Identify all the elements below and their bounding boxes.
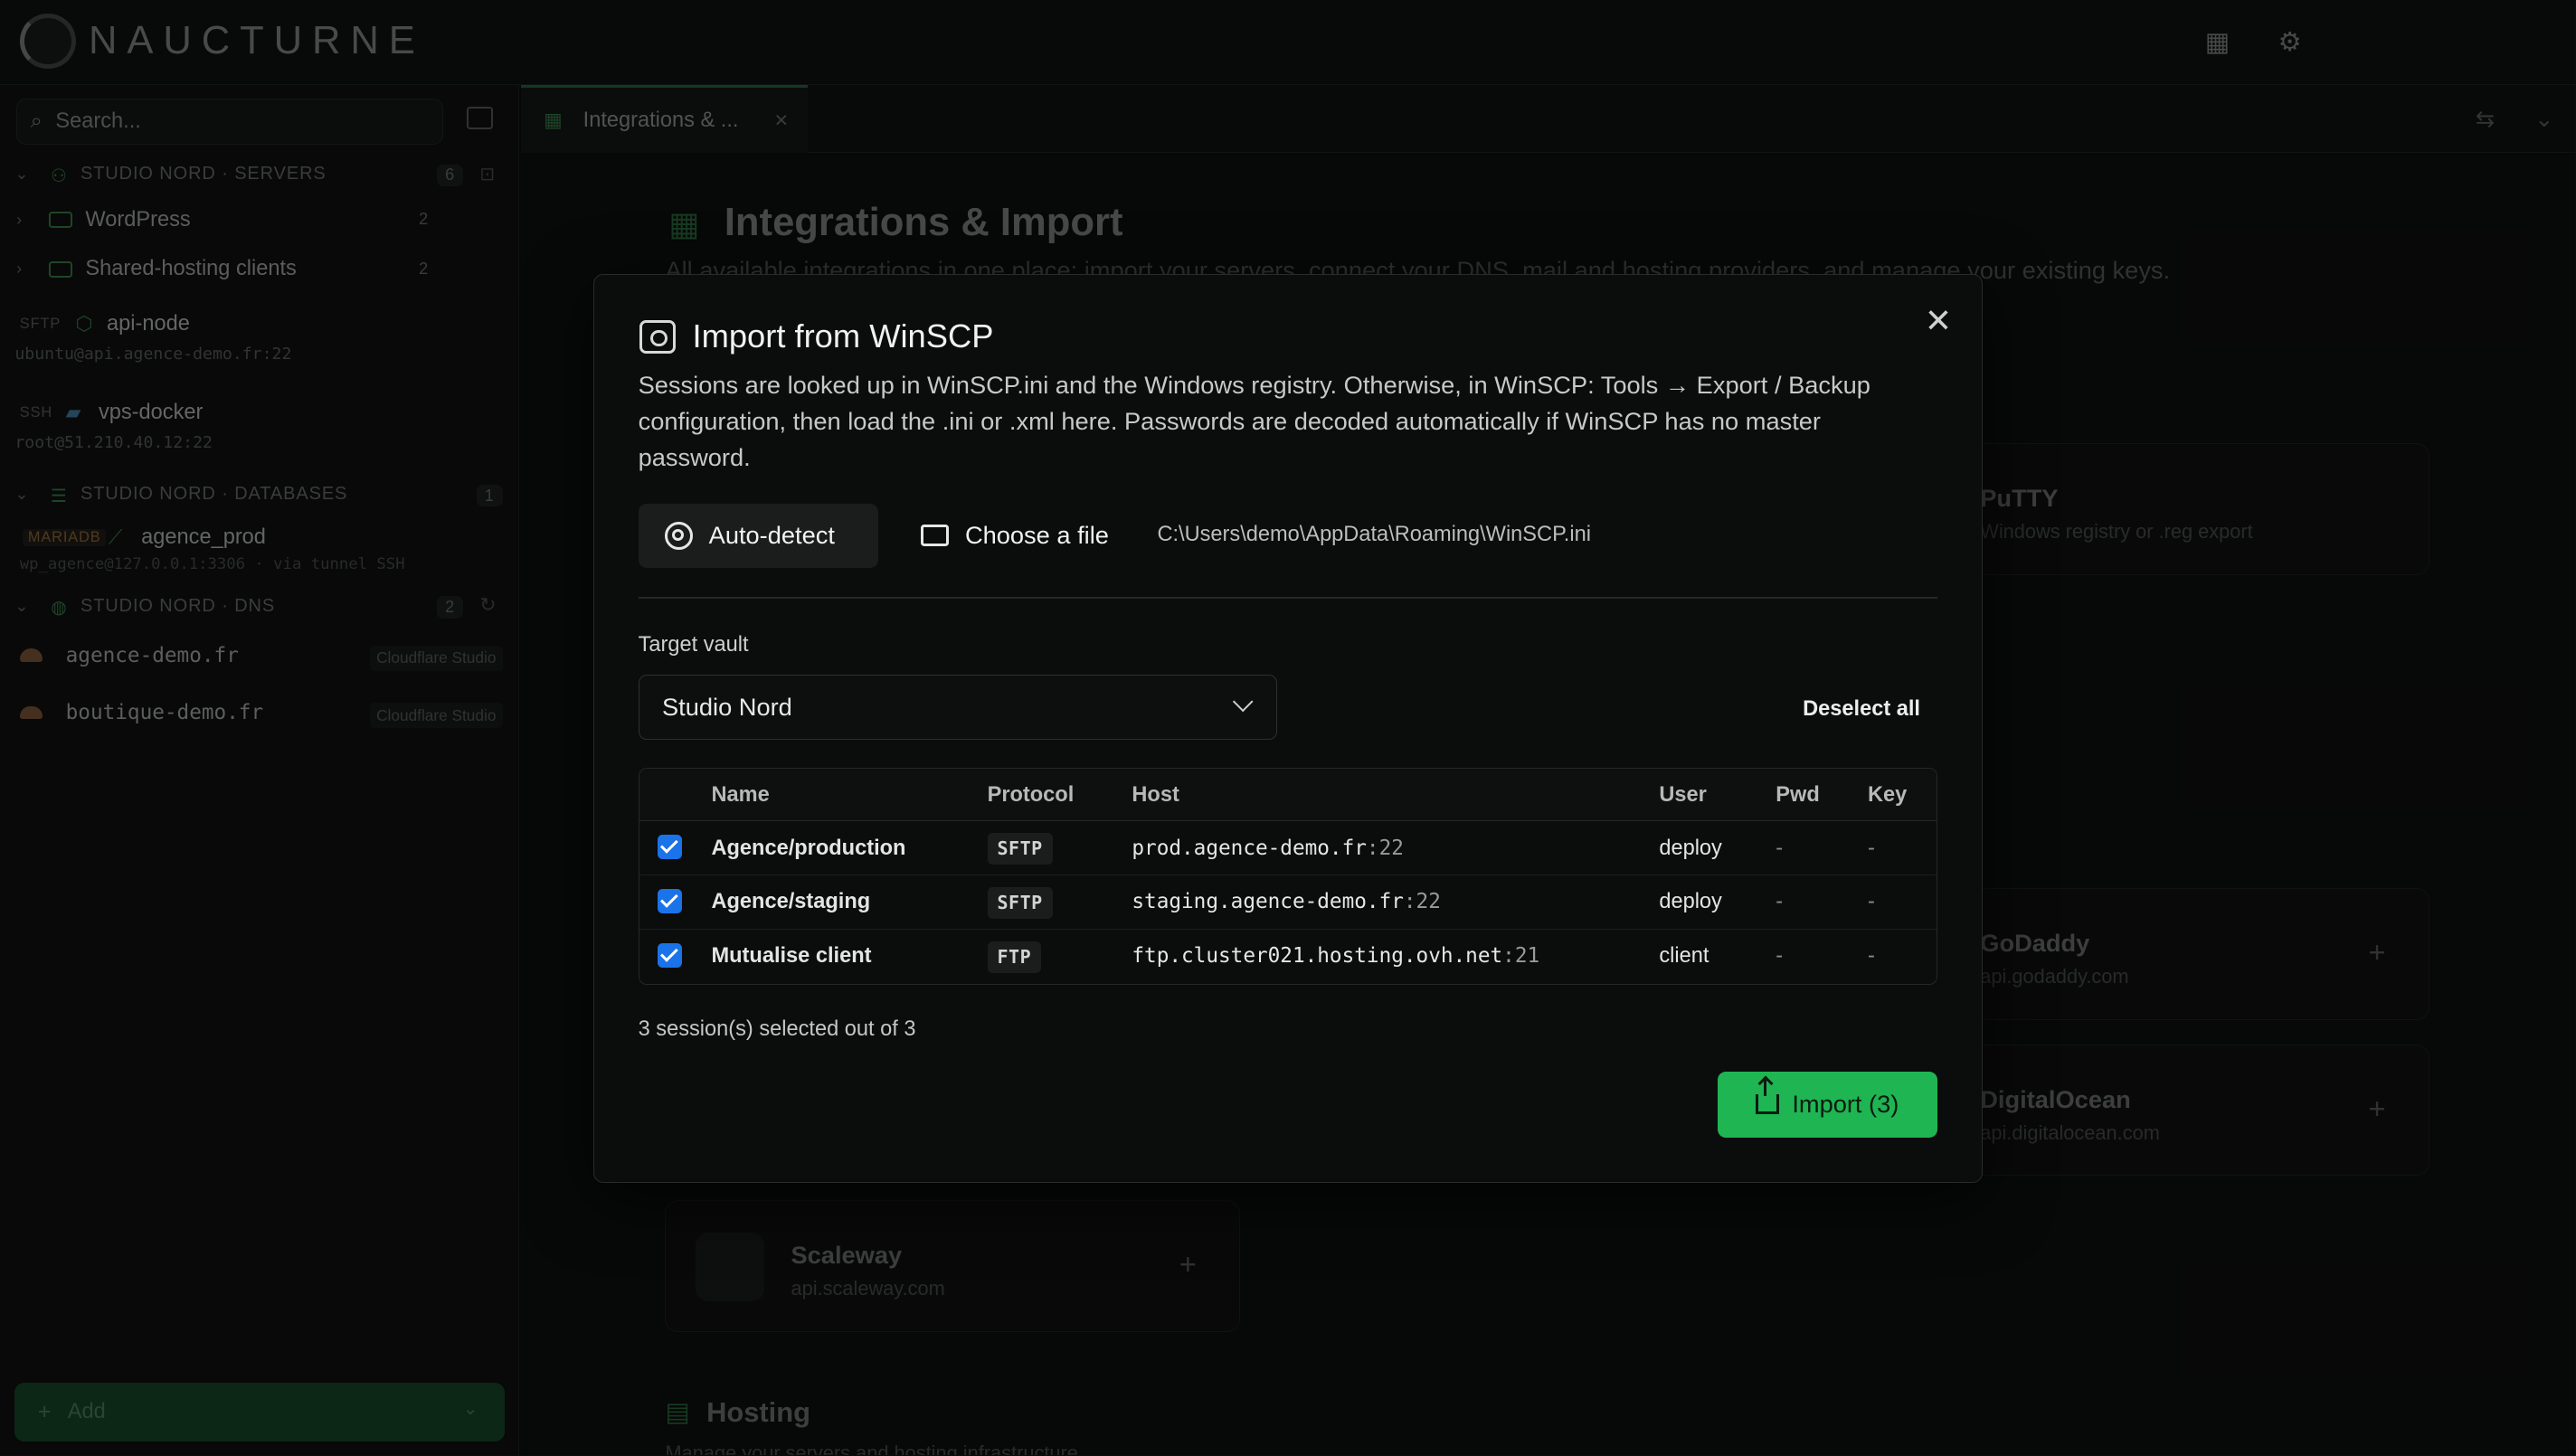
- target-vault-value: Studio Nord: [662, 692, 792, 721]
- choose-file-label: Choose a file: [964, 521, 1109, 550]
- chevron-down-icon: [1232, 691, 1254, 714]
- session-host: prod.agence-demo.fr: [1132, 836, 1367, 860]
- session-port: :22: [1366, 836, 1404, 860]
- auto-detect-label: Auto-detect: [708, 521, 835, 550]
- divider: [638, 597, 1938, 599]
- table-row[interactable]: Agence/production SFTP prod.agence-demo.…: [639, 821, 1937, 876]
- deselect-all-button[interactable]: Deselect all: [1803, 697, 1920, 722]
- winscp-icon: [639, 320, 677, 354]
- session-user: deploy: [1659, 836, 1722, 860]
- row-checkbox[interactable]: [657, 942, 682, 968]
- table-header: Name Protocol Host User Pwd Key: [639, 769, 1937, 822]
- row-checkbox[interactable]: [657, 888, 682, 913]
- session-host: ftp.cluster021.hosting.ovh.net: [1132, 944, 1503, 969]
- sessions-table: Name Protocol Host User Pwd Key Agence/p…: [638, 768, 1938, 985]
- column-header-pwd: Pwd: [1776, 783, 1820, 808]
- row-checkbox[interactable]: [657, 834, 682, 859]
- auto-detect-button[interactable]: Auto-detect: [638, 503, 878, 568]
- upload-icon: [1756, 1080, 1779, 1115]
- protocol-badge: SFTP: [987, 886, 1053, 919]
- dialog-title-text: Import from WinSCP: [692, 317, 994, 355]
- session-name: Agence/staging: [711, 890, 871, 914]
- import-button[interactable]: Import (3): [1717, 1072, 1938, 1138]
- selected-count: 3 session(s) selected out of 3: [638, 1017, 916, 1042]
- import-winscp-dialog: ✕ Import from WinSCP Sessions are looked…: [592, 274, 1983, 1183]
- session-user: client: [1659, 944, 1709, 969]
- session-key: -: [1867, 836, 1875, 860]
- protocol-badge: FTP: [987, 941, 1042, 973]
- file-path: C:\Users\demo\AppData\Roaming\WinSCP.ini: [1157, 523, 1591, 547]
- column-header-name: Name: [711, 783, 770, 808]
- target-icon: [664, 521, 693, 550]
- folder-icon: [920, 525, 949, 546]
- target-vault-label: Target vault: [638, 633, 749, 657]
- protocol-badge: SFTP: [987, 832, 1053, 865]
- session-port: :22: [1403, 890, 1441, 914]
- column-header-key: Key: [1867, 783, 1908, 808]
- dialog-title: Import from WinSCP: [639, 317, 993, 355]
- table-row[interactable]: Mutualise client FTP ftp.cluster021.host…: [639, 930, 1937, 984]
- session-port: :21: [1502, 944, 1540, 969]
- table-row[interactable]: Agence/staging SFTP staging.agence-demo.…: [639, 875, 1937, 931]
- session-pwd: -: [1776, 890, 1784, 914]
- target-vault-select[interactable]: Studio Nord: [638, 674, 1278, 741]
- column-header-user: User: [1659, 783, 1707, 808]
- dialog-description: Sessions are looked up in WinSCP.ini and…: [638, 370, 1870, 471]
- column-header-protocol: Protocol: [987, 783, 1075, 808]
- session-key: -: [1867, 890, 1875, 914]
- session-pwd: -: [1776, 836, 1784, 860]
- close-icon[interactable]: ✕: [1925, 301, 1952, 340]
- session-host: staging.agence-demo.fr: [1132, 890, 1404, 914]
- session-pwd: -: [1776, 944, 1784, 969]
- session-name: Agence/production: [711, 836, 906, 860]
- session-key: -: [1867, 944, 1875, 969]
- import-label: Import (3): [1792, 1090, 1899, 1119]
- session-user: deploy: [1659, 890, 1722, 914]
- session-name: Mutualise client: [711, 944, 872, 969]
- column-header-host: Host: [1132, 783, 1179, 808]
- choose-file-button[interactable]: Choose a file: [920, 504, 1109, 568]
